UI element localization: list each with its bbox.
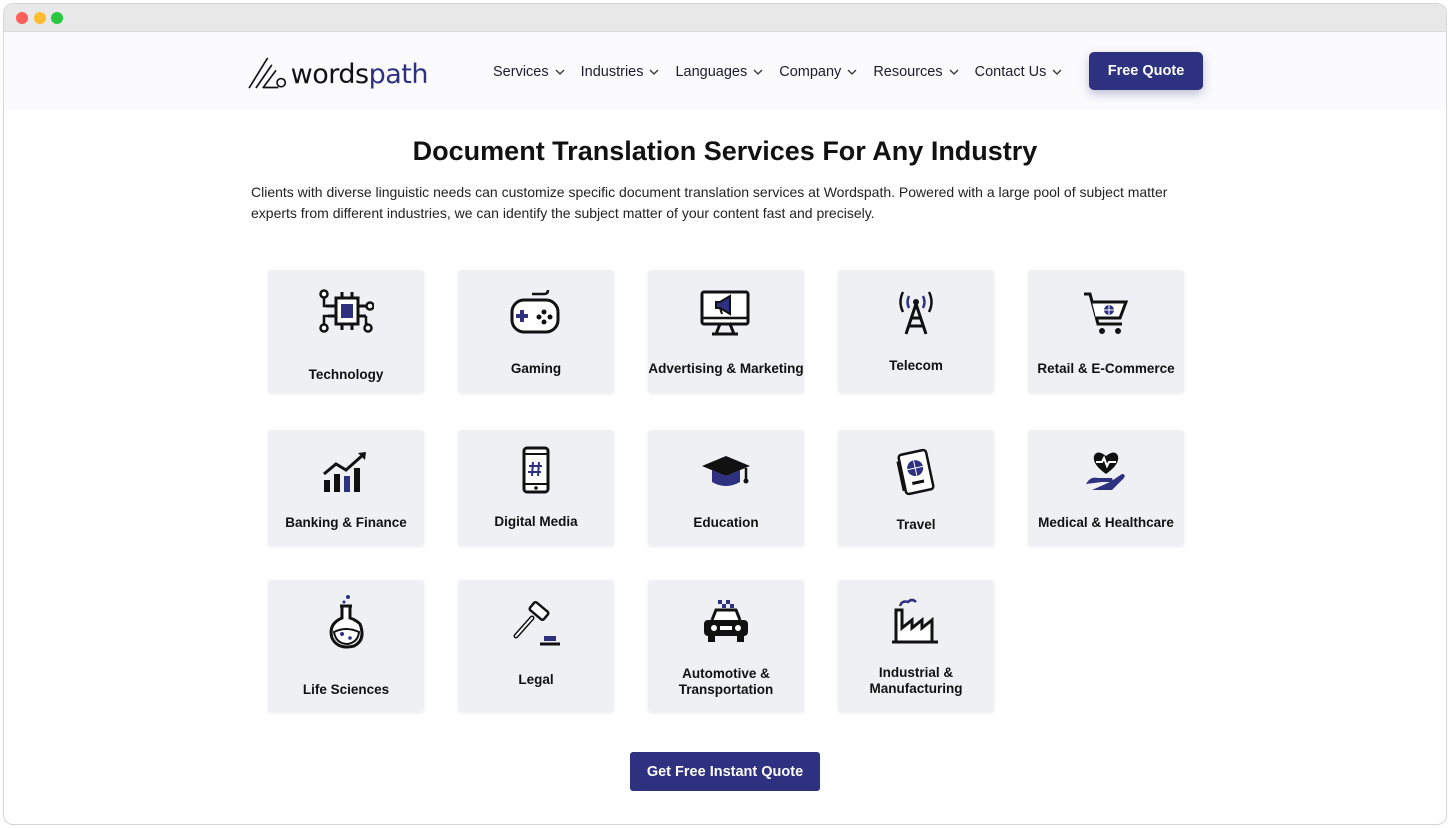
nav-item-label: Services bbox=[493, 64, 549, 80]
nav-item-label: Contact Us bbox=[974, 64, 1047, 80]
chevron-down-icon bbox=[753, 69, 763, 75]
factory-icon bbox=[892, 598, 938, 644]
browser-window: wordspath Services Industries Languages … bbox=[3, 3, 1447, 825]
industry-card-automotive-transportation[interactable]: Automotive & Transportation bbox=[648, 580, 804, 712]
chevron-down-icon bbox=[650, 69, 659, 75]
industry-card-technology[interactable]: Technology bbox=[268, 270, 424, 393]
industry-card-retail-ecommerce[interactable]: Retail & E-Commerce bbox=[1028, 270, 1184, 393]
nav-item-label: Resources bbox=[873, 64, 943, 80]
nav-item-label: Company bbox=[779, 64, 842, 80]
page-title: Document Translation Services For Any In… bbox=[412, 136, 1038, 166]
smartphone-hashtag-icon bbox=[522, 446, 550, 494]
industry-card-label: Industrial & Manufacturing bbox=[869, 665, 963, 696]
industry-card-legal[interactable]: Legal bbox=[458, 580, 614, 712]
industry-card-industrial-manufacturing[interactable]: Industrial & Manufacturing bbox=[838, 580, 994, 712]
chip-icon bbox=[319, 289, 374, 333]
antenna-tower-icon bbox=[899, 291, 933, 335]
industry-card-label: Medical & Healthcare bbox=[1038, 515, 1174, 530]
industry-card-gaming[interactable]: Gaming bbox=[458, 270, 614, 393]
nav-item-services[interactable]: Services bbox=[493, 64, 565, 80]
gavel-icon bbox=[513, 600, 560, 646]
industry-card-label: Telecom bbox=[889, 358, 943, 373]
logo-text-accent: path bbox=[368, 58, 429, 90]
industry-card-life-sciences[interactable]: Life Sciences bbox=[268, 580, 424, 712]
industry-card-label: Automotive & Transportation bbox=[678, 666, 774, 697]
chevron-down-icon bbox=[949, 69, 959, 75]
industry-card-label: Legal bbox=[518, 672, 554, 687]
industry-card-label: Gaming bbox=[510, 361, 562, 376]
nav-item-company[interactable]: Company bbox=[779, 64, 857, 80]
main-nav: Services Industries Languages Company Re… bbox=[493, 61, 1078, 83]
monitor-megaphone-icon bbox=[700, 290, 750, 336]
growth-chart-icon bbox=[323, 452, 366, 492]
chevron-down-icon bbox=[847, 69, 857, 75]
heart-hand-icon bbox=[1086, 452, 1125, 490]
nav-item-label: Languages bbox=[675, 64, 748, 80]
industry-card-advertising-marketing[interactable]: Advertising & Marketing bbox=[648, 270, 804, 393]
industry-card-banking-finance[interactable]: Banking & Finance bbox=[268, 430, 424, 546]
industry-card-label: Technology bbox=[308, 367, 384, 382]
industry-card-medical-healthcare[interactable]: Medical & Healthcare bbox=[1028, 430, 1184, 546]
close-window-button[interactable] bbox=[16, 12, 28, 24]
industry-card-travel[interactable]: Travel bbox=[838, 430, 994, 546]
industry-card-telecom[interactable]: Telecom bbox=[838, 270, 994, 393]
minimize-window-button[interactable] bbox=[34, 12, 46, 24]
industry-card-label: Travel bbox=[896, 517, 936, 532]
window-titlebar bbox=[4, 4, 1446, 32]
industry-card-label: Digital Media bbox=[494, 514, 578, 529]
industry-card-label: Retail & E-Commerce bbox=[1037, 361, 1175, 376]
nav-item-industries[interactable]: Industries bbox=[581, 64, 660, 80]
logo-text-main: words bbox=[290, 58, 369, 90]
shopping-cart-icon bbox=[1084, 292, 1129, 334]
nav-item-languages[interactable]: Languages bbox=[675, 64, 763, 80]
industry-card-label: Banking & Finance bbox=[285, 515, 407, 530]
site-header: wordspath Services Industries Languages … bbox=[4, 32, 1446, 110]
logo-mark-icon bbox=[248, 57, 287, 89]
wordspath-logo[interactable]: wordspath bbox=[248, 50, 429, 96]
chevron-down-icon bbox=[555, 69, 565, 75]
industry-card-education[interactable]: Education bbox=[648, 430, 804, 546]
flask-icon bbox=[329, 595, 364, 649]
intro-paragraph: Clients with diverse linguistic needs ca… bbox=[251, 184, 1168, 221]
maximize-window-button[interactable] bbox=[51, 12, 63, 24]
nav-item-contact-us[interactable]: Contact Us bbox=[975, 64, 1063, 80]
get-free-instant-quote-button[interactable]: Get Free Instant Quote bbox=[630, 752, 820, 791]
passport-icon bbox=[896, 448, 935, 496]
industry-card-label: Education bbox=[693, 515, 759, 530]
nav-item-resources[interactable]: Resources bbox=[873, 64, 959, 80]
graduation-cap-icon bbox=[702, 456, 750, 486]
taxi-icon bbox=[704, 600, 748, 642]
free-quote-button[interactable]: Free Quote bbox=[1089, 52, 1203, 90]
nav-item-label: Industries bbox=[580, 64, 644, 80]
chevron-down-icon bbox=[1052, 69, 1062, 75]
industry-card-label: Life Sciences bbox=[302, 682, 390, 697]
gamepad-icon bbox=[510, 289, 560, 334]
industry-card-digital-media[interactable]: Digital Media bbox=[458, 430, 614, 546]
industry-card-label: Advertising & Marketing bbox=[648, 361, 804, 376]
